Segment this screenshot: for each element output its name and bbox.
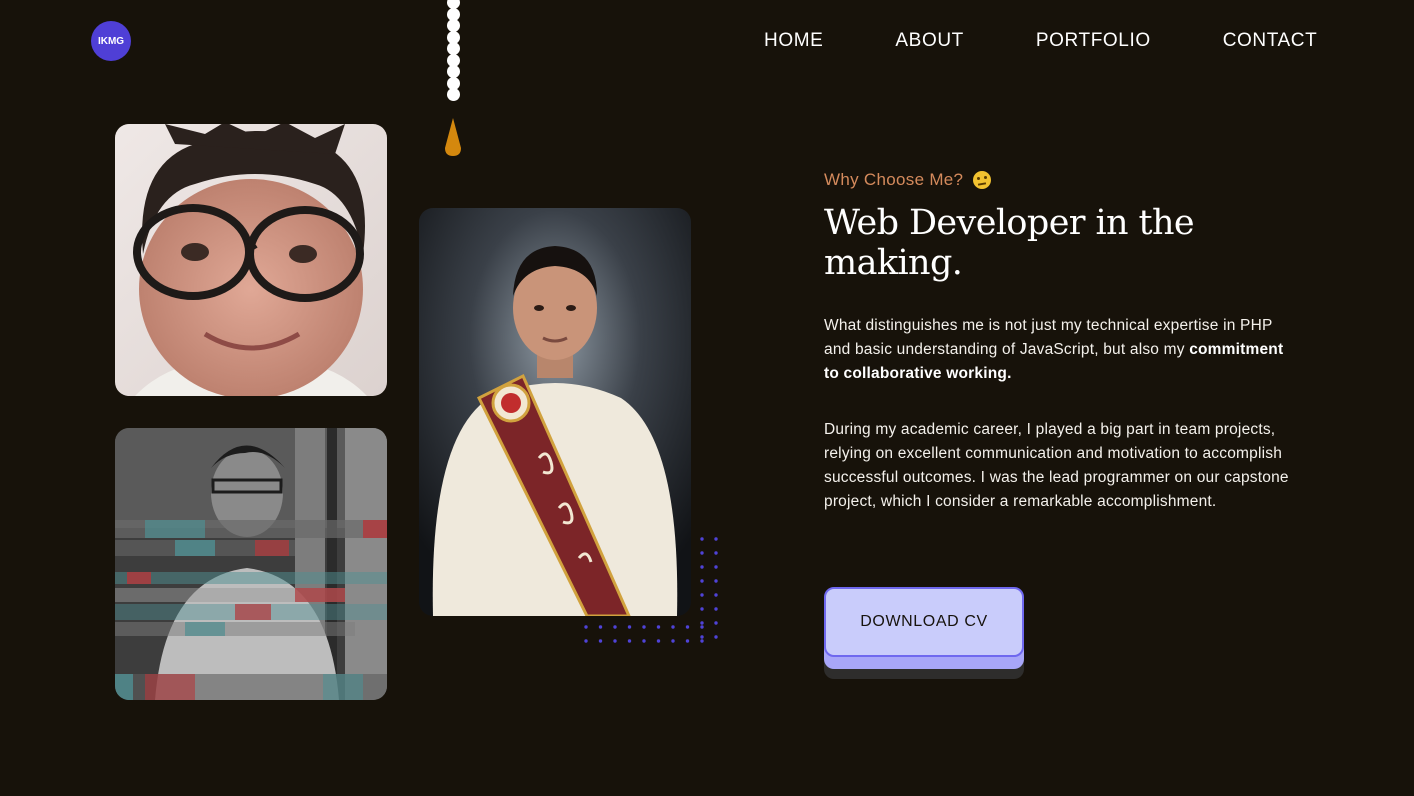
dot bbox=[642, 639, 646, 643]
dot bbox=[714, 635, 718, 639]
dot bbox=[671, 639, 675, 643]
nav-contact[interactable]: CONTACT bbox=[1223, 30, 1318, 52]
dot bbox=[598, 639, 603, 643]
pendulum-weight bbox=[445, 118, 461, 156]
dot bbox=[700, 635, 704, 639]
career-paragraph: During my academic career, I played a bi… bbox=[824, 421, 1289, 510]
site-logo[interactable]: IKMG bbox=[91, 21, 131, 61]
dot bbox=[642, 625, 646, 629]
dot bbox=[700, 537, 704, 541]
dot bbox=[714, 579, 718, 583]
nav-portfolio[interactable]: PORTFOLIO bbox=[1036, 30, 1151, 52]
intro-paragraph: What distinguishes me is not just my tec… bbox=[824, 314, 1299, 386]
download-cv-button[interactable]: DOWNLOAD CV bbox=[824, 587, 1024, 657]
dot bbox=[685, 639, 690, 643]
portrait-photo-glitch bbox=[115, 428, 387, 700]
dot bbox=[714, 565, 718, 569]
nav-home[interactable]: HOME bbox=[764, 30, 823, 52]
dot bbox=[714, 551, 718, 555]
dot bbox=[714, 593, 718, 597]
dot bbox=[627, 625, 632, 629]
dot bbox=[656, 625, 661, 629]
dot bbox=[700, 639, 704, 643]
dot bbox=[714, 621, 718, 625]
dot bbox=[714, 607, 718, 611]
dot bbox=[598, 625, 603, 629]
dot bbox=[700, 579, 704, 583]
dot bbox=[584, 625, 588, 629]
pendulum-chain bbox=[447, 0, 461, 101]
dot bbox=[700, 593, 704, 597]
main-nav: HOME ABOUT PORTFOLIO CONTACT bbox=[764, 30, 1317, 52]
dot bbox=[700, 621, 704, 625]
dot bbox=[656, 639, 661, 643]
hero-title: Web Developer in the making. bbox=[824, 203, 1195, 283]
dot bbox=[700, 607, 704, 611]
section-eyebrow: Why Choose Me? bbox=[824, 170, 992, 190]
nav-about[interactable]: ABOUT bbox=[895, 30, 963, 52]
thinking-face-icon bbox=[973, 171, 992, 189]
eyebrow-text: Why Choose Me? bbox=[824, 170, 964, 189]
dot bbox=[613, 639, 617, 643]
dot bbox=[700, 565, 704, 569]
dot bbox=[671, 625, 675, 629]
dot bbox=[714, 537, 718, 541]
download-cv-wrapper: DOWNLOAD CV bbox=[824, 587, 1024, 679]
dot bbox=[627, 639, 632, 643]
dot bbox=[685, 625, 690, 629]
dot bbox=[613, 625, 617, 629]
logo-text: IKMG bbox=[97, 35, 125, 47]
dot bbox=[700, 625, 704, 629]
dot bbox=[584, 639, 588, 643]
portrait-photo-selfie bbox=[115, 124, 387, 396]
dot bbox=[700, 551, 704, 555]
decorative-dot-grid bbox=[584, 537, 718, 643]
